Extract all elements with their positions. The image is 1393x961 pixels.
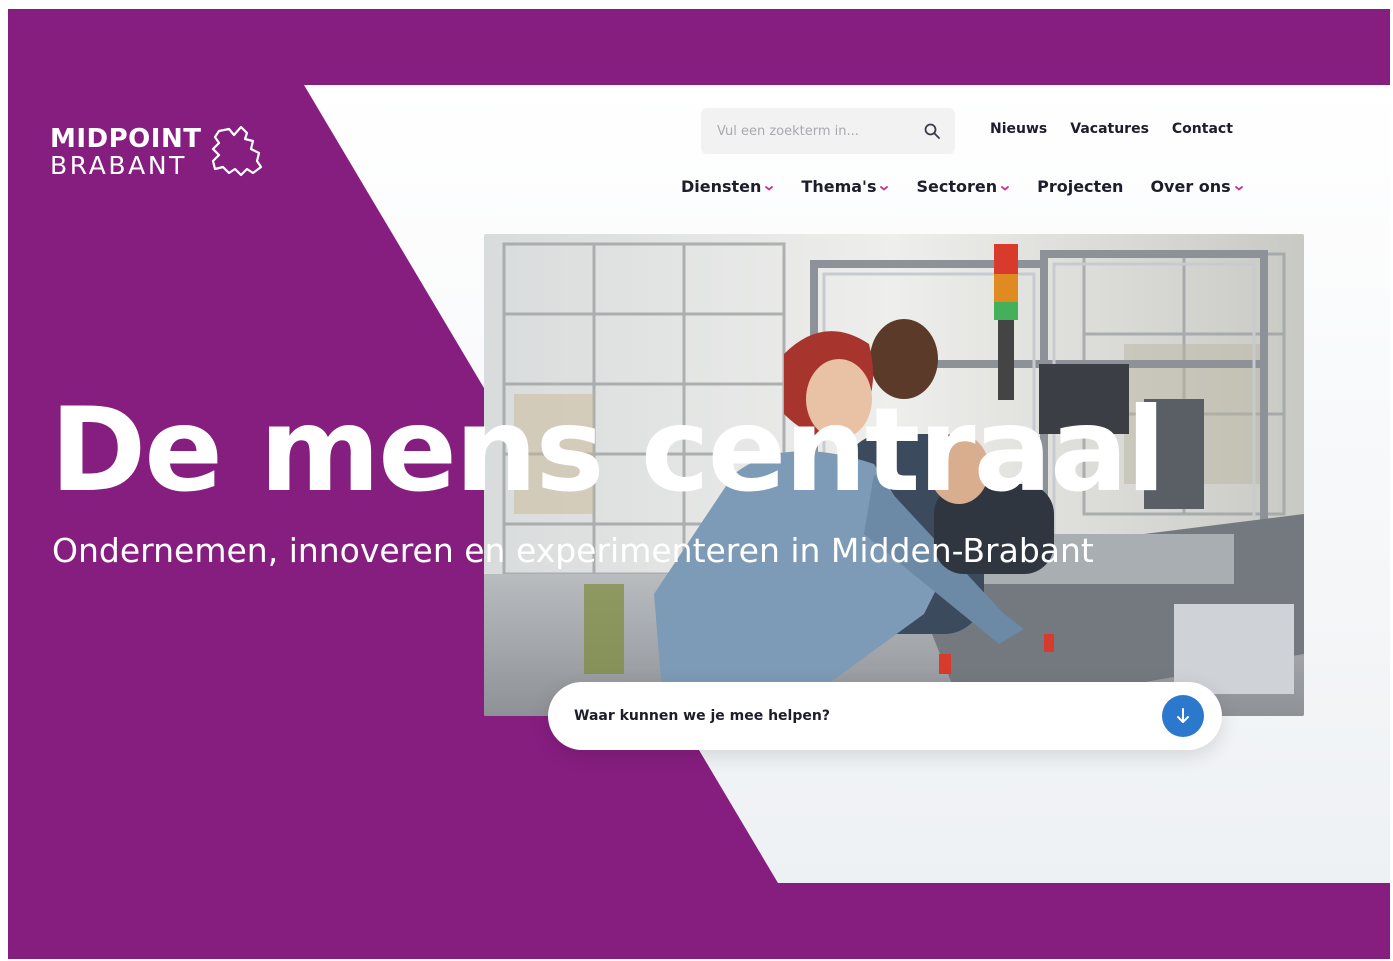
chevron-down-icon [1001,185,1010,191]
hero-title: De mens centraal [50,383,1166,518]
main-nav-label: Projecten [1037,177,1124,196]
brand-logo[interactable]: MIDPOINT BRABANT [50,123,265,181]
hero-subtitle: Ondernemen, innoveren en experimenteren … [52,531,1094,570]
main-nav-label: Thema's [801,177,877,196]
brabant-map-icon [212,125,263,177]
main-nav-projecten[interactable]: Projecten [1037,177,1123,196]
nav-link-vacatures[interactable]: Vacatures [1070,121,1149,137]
main-nav: Diensten Thema's Sectoren Projecten Over… [681,177,1244,196]
main-nav-diensten[interactable]: Diensten [681,177,774,196]
logo-line-2: BRABANT [50,151,188,180]
search-input[interactable] [715,122,923,140]
main-nav-sectoren[interactable]: Sectoren [916,177,1010,196]
main-nav-label: Over ons [1150,177,1231,196]
main-nav-label: Sectoren [916,177,998,196]
help-scroll-button[interactable] [1162,695,1204,737]
help-bar-label: Waar kunnen we je mee helpen? [574,708,830,724]
chevron-down-icon [880,185,889,191]
search-box[interactable] [701,108,955,154]
logo-line-1: MIDPOINT [50,124,202,154]
main-nav-label: Diensten [681,177,762,196]
page-frame: MIDPOINT BRABANT Nieuws Vacatures Contac… [8,9,1390,959]
utility-nav: Nieuws Vacatures Contact [990,121,1233,137]
chevron-down-icon [765,185,774,191]
nav-link-nieuws[interactable]: Nieuws [990,121,1047,137]
nav-link-contact[interactable]: Contact [1172,121,1233,137]
arrow-down-icon [1177,708,1189,723]
help-bar[interactable]: Waar kunnen we je mee helpen? [548,682,1222,750]
search-icon[interactable] [923,122,941,140]
chevron-down-icon [1234,185,1243,191]
main-nav-themas[interactable]: Thema's [801,177,889,196]
main-nav-over-ons[interactable]: Over ons [1150,177,1243,196]
